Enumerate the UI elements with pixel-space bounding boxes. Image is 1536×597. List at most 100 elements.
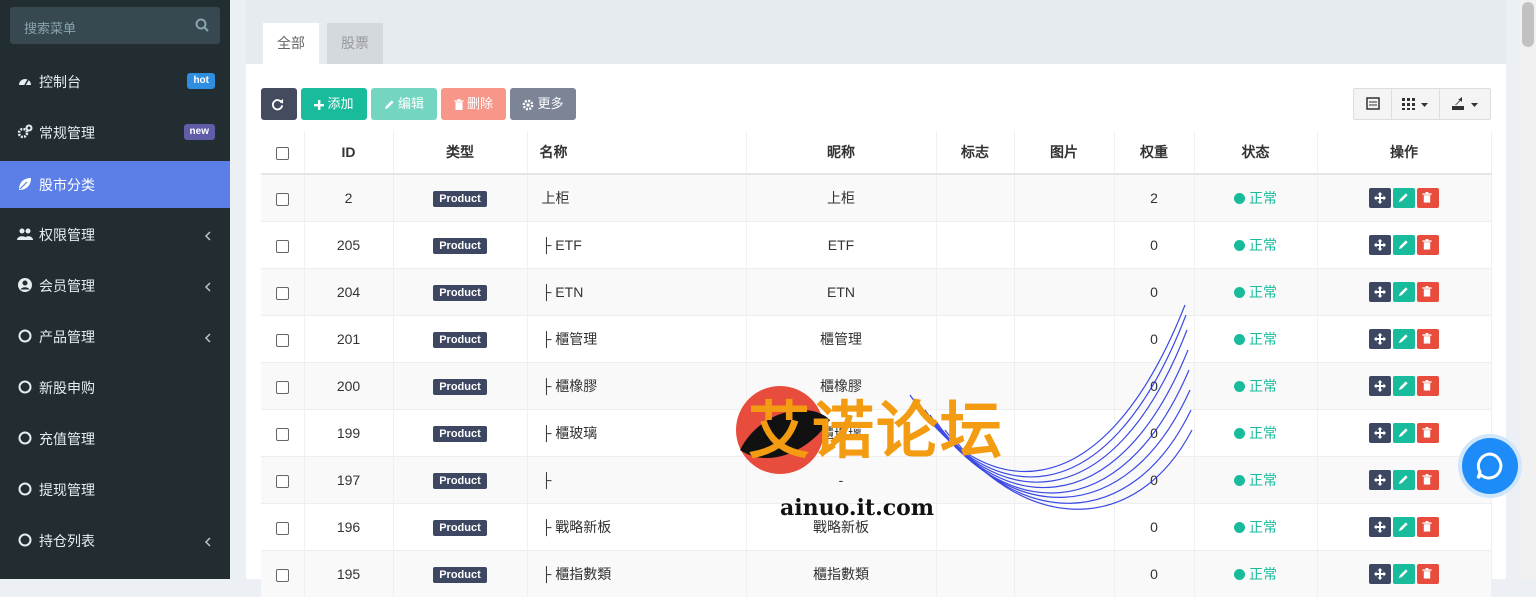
chat-float-button[interactable] [1462,438,1518,494]
drag-sort-button[interactable] [1369,282,1391,302]
status-badge[interactable]: 正常 [1234,331,1277,347]
column-header-weight[interactable]: 权重 [1114,131,1194,174]
type-label: Product [433,238,487,254]
sidebar-item-products[interactable]: 产品管理 [0,313,230,360]
row-delete-button[interactable] [1417,188,1439,208]
row-delete-button[interactable] [1417,423,1439,443]
row-edit-button[interactable] [1393,329,1415,349]
row-select-cell [261,504,304,551]
row-delete-button[interactable] [1417,517,1439,537]
drag-sort-button[interactable] [1369,188,1391,208]
row-edit-button[interactable] [1393,376,1415,396]
sidebar-item-positions[interactable]: 持仓列表 [0,517,230,564]
row-select-cell [261,363,304,410]
status-badge[interactable]: 正常 [1234,237,1277,253]
column-header-type[interactable]: 类型 [393,131,527,174]
status-badge[interactable]: 正常 [1234,284,1277,300]
row-edit-button[interactable] [1393,282,1415,302]
row-checkbox[interactable] [276,240,289,253]
row-delete-button[interactable] [1417,376,1439,396]
column-header-id[interactable]: ID [304,131,393,174]
scrollbar-thumb[interactable] [1522,2,1534,47]
status-badge[interactable]: 正常 [1234,519,1277,535]
search-icon[interactable] [194,17,210,33]
row-edit-button[interactable] [1393,564,1415,584]
row-checkbox[interactable] [276,428,289,441]
drag-sort-button[interactable] [1369,376,1391,396]
row-delete-button[interactable] [1417,329,1439,349]
delete-button[interactable]: 删除 [441,88,506,120]
status-badge[interactable]: 正常 [1234,190,1277,206]
more-button[interactable]: 更多 [510,88,576,120]
sidebar-item-stock-category[interactable]: 股市分类 [0,161,230,208]
page-scrollbar[interactable] [1520,0,1536,579]
toggle-view-button[interactable] [1353,88,1393,120]
status-dot-icon [1234,240,1245,251]
drag-sort-button[interactable] [1369,329,1391,349]
sidebar-item-dashboard[interactable]: 控制台 hot [0,58,230,105]
table-row[interactable]: 205Product├ ETFETF0正常 [261,222,1491,269]
status-badge[interactable]: 正常 [1234,472,1277,488]
list-view-icon [1366,97,1380,110]
select-all-checkbox[interactable] [276,147,289,160]
row-edit-button[interactable] [1393,470,1415,490]
refresh-icon [271,98,284,111]
row-delete-button[interactable] [1417,282,1439,302]
sidebar-item-general[interactable]: 常规管理 new [0,109,230,156]
column-header-name[interactable]: 名称 [527,131,746,174]
sidebar-item-permissions[interactable]: 权限管理 [0,211,230,258]
row-delete-button[interactable] [1417,564,1439,584]
column-header-status[interactable]: 状态 [1194,131,1317,174]
chat-icon [1475,451,1505,481]
cogs-icon [17,124,33,140]
row-delete-button[interactable] [1417,235,1439,255]
drag-sort-button[interactable] [1369,470,1391,490]
circle-icon [17,430,33,446]
drag-sort-button[interactable] [1369,517,1391,537]
column-header-nickname[interactable]: 昵称 [746,131,936,174]
cell-status: 正常 [1194,410,1317,457]
row-edit-button[interactable] [1393,235,1415,255]
status-badge[interactable]: 正常 [1234,566,1277,582]
row-checkbox[interactable] [276,381,289,394]
columns-dropdown-button[interactable] [1391,88,1441,120]
edit-button[interactable]: 编辑 [371,88,437,120]
sidebar-item-ipo[interactable]: 新股申购 [0,364,230,411]
refresh-button[interactable] [261,88,297,120]
trash-icon [1422,380,1432,391]
column-header-flag[interactable]: 标志 [936,131,1014,174]
row-checkbox[interactable] [276,334,289,347]
export-dropdown-button[interactable] [1439,88,1491,120]
table-row[interactable]: 2Product上柜上柜2正常 [261,174,1491,222]
row-checkbox[interactable] [276,287,289,300]
row-checkbox[interactable] [276,193,289,206]
status-badge[interactable]: 正常 [1234,425,1277,441]
tab-all[interactable]: 全部 [263,23,319,64]
row-edit-button[interactable] [1393,188,1415,208]
type-label: Product [433,520,487,536]
status-dot-icon [1234,287,1245,298]
menu-search-input[interactable]: 搜索菜单 [10,7,220,44]
row-edit-button[interactable] [1393,517,1415,537]
row-checkbox[interactable] [276,569,289,582]
cell-image [1014,174,1114,222]
tab-stocks[interactable]: 股票 [327,23,383,64]
drag-sort-button[interactable] [1369,235,1391,255]
sidebar-item-label: 新股申购 [39,378,95,398]
circle-icon [17,379,33,395]
column-header-image[interactable]: 图片 [1014,131,1114,174]
row-checkbox[interactable] [276,475,289,488]
drag-sort-button[interactable] [1369,423,1391,443]
pencil-icon [1398,286,1409,297]
sidebar-item-members[interactable]: 会员管理 [0,262,230,309]
cell-status: 正常 [1194,269,1317,316]
row-checkbox[interactable] [276,522,289,535]
status-dot-icon [1234,428,1245,439]
status-badge[interactable]: 正常 [1234,378,1277,394]
row-delete-button[interactable] [1417,470,1439,490]
sidebar-item-deposits[interactable]: 充值管理 [0,415,230,462]
drag-sort-button[interactable] [1369,564,1391,584]
row-edit-button[interactable] [1393,423,1415,443]
add-button[interactable]: 添加 [301,88,367,120]
sidebar-item-withdrawals[interactable]: 提现管理 [0,466,230,513]
